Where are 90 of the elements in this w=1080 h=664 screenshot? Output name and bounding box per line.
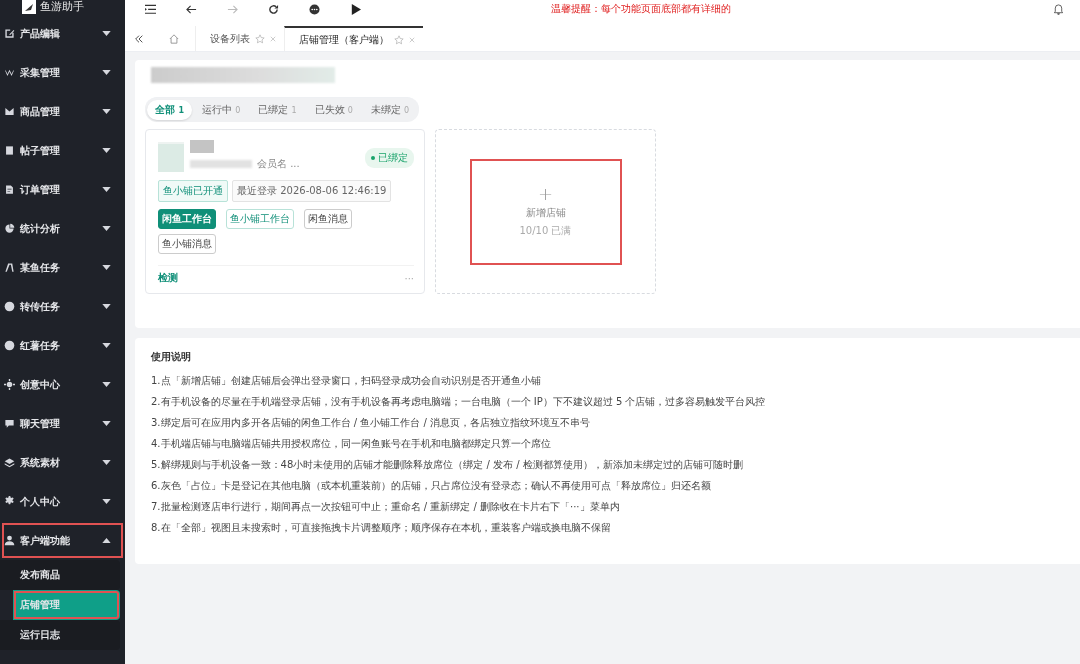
menu-item-icon: [4, 496, 15, 507]
sidebar-item[interactable]: 统计分析: [0, 209, 125, 248]
instruction-line: 8.在「全部」视图且未搜索时，可直接拖拽卡片调整顺序；顺序保存在本机，重装客户端或换电脑不保留: [151, 521, 612, 534]
menu-item-icon: [4, 145, 15, 156]
menu-item-icon: [4, 67, 15, 78]
menu-icon[interactable]: [145, 3, 156, 15]
submenu-item[interactable]: 运行日志: [0, 620, 120, 650]
caret-icon: [102, 187, 111, 192]
caret-icon: [102, 265, 111, 270]
instruction-line: 6.灰色「占位」卡是登记在其他电脑（或本机重装前）的店铺，只占席位没有登录态；确认不再使用可点「释放席位」归还名额: [151, 479, 712, 492]
menu-item-icon: [4, 184, 15, 195]
caret-icon: [102, 226, 111, 231]
sidebar-item[interactable]: 某鱼任务: [0, 248, 125, 287]
caret-icon: [102, 343, 111, 348]
info-tag: 鱼小铺已开通: [158, 180, 228, 202]
sidebar-item[interactable]: 创意中心: [0, 365, 125, 404]
menu-item-icon: [4, 535, 15, 546]
instruction-line: 5.解绑规则与手机设备一致：48小时未使用的店铺才能删除释放席位（绑定 / 发布 / 检测都算使用），新添加未绑定过的店铺可随时删: [151, 458, 744, 471]
back-arrow-icon[interactable]: [186, 3, 197, 15]
logo-icon: [22, 0, 36, 14]
caret-icon: [102, 31, 111, 36]
notice-text: 温馨提醒：每个功能页面底部都有详细的: [551, 2, 731, 16]
sidebar-item[interactable]: 商品管理: [0, 92, 125, 131]
store-action-button[interactable]: 鱼小铺工作台: [226, 209, 294, 229]
menu-item-icon: [4, 418, 15, 429]
check-link[interactable]: 检测: [158, 271, 178, 285]
menu-item-icon: [4, 340, 15, 351]
caret-icon: [102, 148, 111, 153]
sidebar-item[interactable]: 系统素材: [0, 443, 125, 482]
instruction-line: 4.手机端店铺与电脑端店铺共用授权席位，同一闲鱼账号在手机和电脑都绑定只算一个席位: [151, 437, 552, 450]
store-action-button[interactable]: 鱼小铺消息: [158, 234, 216, 254]
app-name: 鱼游助手: [40, 0, 84, 14]
store-action-button[interactable]: 闲鱼消息: [304, 209, 352, 229]
instruction-line: 3.绑定后可在应用内多开各店铺的闲鱼工作台 / 鱼小铺工作台 / 消息页，各店独立指纹环境互不串号: [151, 416, 591, 429]
collapse-icon[interactable]: [134, 33, 144, 44]
menu-item-icon: [4, 301, 15, 312]
store-action-button[interactable]: 闲鱼工作台: [158, 209, 216, 229]
filter-tab[interactable]: 全部 1: [147, 100, 193, 120]
sidebar-item[interactable]: 帖子管理: [0, 131, 125, 170]
redacted-id: [190, 160, 252, 168]
sidebar-item[interactable]: 客户端功能: [0, 521, 125, 560]
star-icon[interactable]: [255, 33, 265, 44]
info-tag: 最近登录 2026-08-06 12:46:19: [232, 180, 392, 202]
caret-icon: [102, 70, 111, 75]
sidebar-item[interactable]: 个人中心: [0, 482, 125, 521]
bell-icon[interactable]: [1053, 3, 1064, 15]
caret-icon: [102, 499, 111, 504]
member-name: 会员名 ...: [257, 157, 300, 171]
sidebar-item[interactable]: 订单管理: [0, 170, 125, 209]
filter-tab[interactable]: 已绑定 1: [250, 100, 305, 120]
menu-item-icon: [4, 28, 15, 39]
tab-label: 设备列表: [210, 31, 250, 46]
play-icon[interactable]: [350, 3, 361, 15]
caret-icon: [102, 421, 111, 426]
sidebar-item[interactable]: 产品编辑: [0, 14, 125, 53]
store-avatar: [158, 142, 184, 172]
instruction-line: 2.有手机设备的尽量在手机端登录店铺，没有手机设备再考虑电脑端；一台电脑（一个 IP）下不建议超过 5 个店铺，过多容易触发平台风控: [151, 395, 767, 408]
star-icon[interactable]: [394, 34, 404, 45]
sidebar-item[interactable]: 转传任务: [0, 287, 125, 326]
caret-icon: [102, 304, 111, 309]
sidebar-item[interactable]: 采集管理: [0, 53, 125, 92]
instructions-title: 使用说明: [151, 350, 192, 364]
caret-icon: [102, 538, 111, 543]
filter-tab[interactable]: 运行中 0: [194, 100, 249, 120]
instruction-line: 1.点「新增店铺」创建店铺后会弹出登录窗口，扫码登录成功会自动识别是否开通鱼小铺: [151, 374, 542, 387]
menu-item-icon: [4, 457, 15, 468]
redacted-name: [190, 140, 214, 153]
chat-bubble-icon[interactable]: [309, 3, 320, 15]
filter-tab[interactable]: 已失效 0: [306, 100, 361, 120]
menu-item-icon: [4, 379, 15, 390]
menu-item-icon: [4, 106, 15, 117]
tab[interactable]: 店铺管理（客户端）: [284, 26, 423, 51]
quota-text: 10/10 已满: [519, 223, 572, 238]
sidebar-item[interactable]: 红薯任务: [0, 326, 125, 365]
caret-icon: [102, 109, 111, 114]
status-dot-icon: [371, 156, 375, 160]
caret-icon: [102, 460, 111, 465]
add-store-card[interactable]: + 新增店铺 10/10 已满: [435, 129, 656, 294]
menu-item-icon: [4, 262, 15, 273]
plus-sign: +: [537, 185, 554, 202]
tab-label: 店铺管理（客户端）: [299, 32, 389, 47]
status-badge: 已绑定: [365, 148, 414, 168]
caret-icon: [102, 382, 111, 387]
menu-item-icon: [4, 223, 15, 234]
add-store-label: 新增店铺: [525, 205, 566, 220]
sidebar-item[interactable]: 聊天管理: [0, 404, 125, 443]
filter-tab[interactable]: 未绑定 0: [362, 100, 418, 120]
refresh-icon[interactable]: [268, 3, 279, 15]
submenu-item[interactable]: 发布商品: [0, 560, 120, 590]
instruction-line: 7.批量检测逐店串行进行，期间再点一次按钮可中止；重命名 / 重新绑定 / 删除收在卡片右下「···」菜单内: [151, 500, 621, 513]
